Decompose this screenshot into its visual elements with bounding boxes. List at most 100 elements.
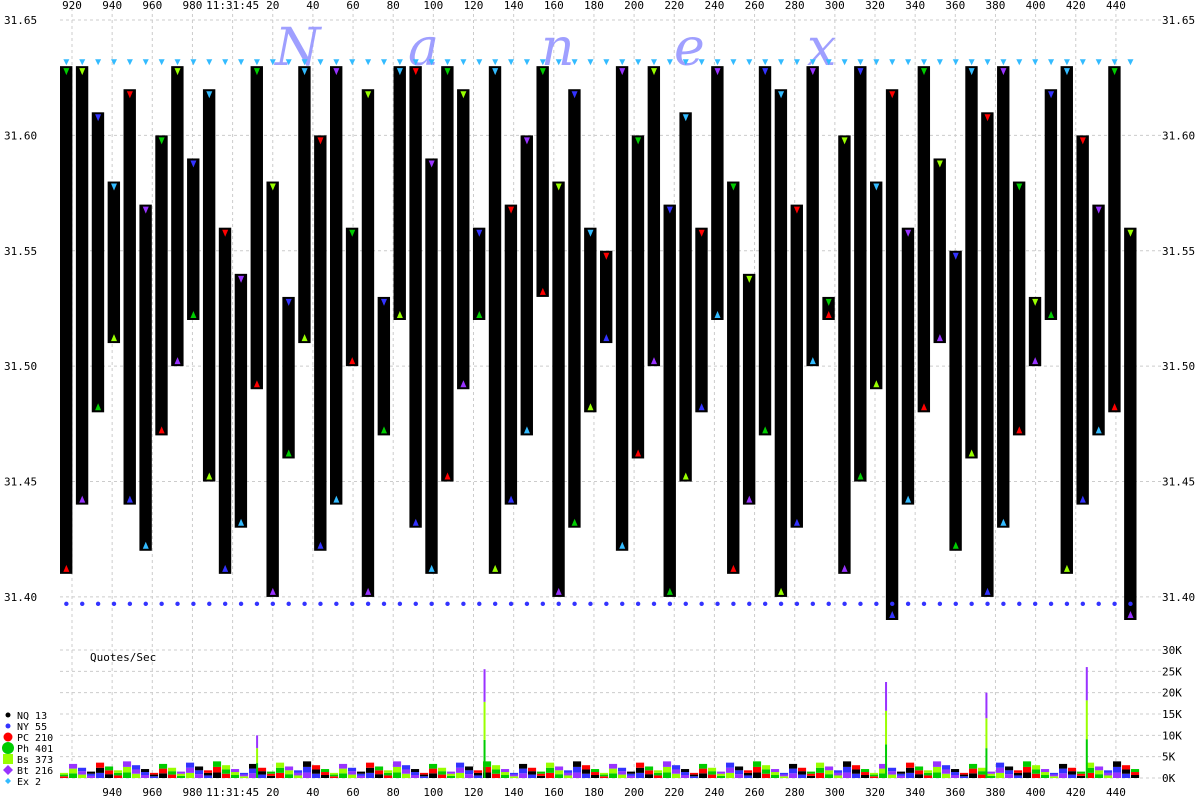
quote-rate-segment — [249, 773, 258, 778]
x-tick-bottom: 240 — [704, 786, 724, 799]
quote-rate-segment — [897, 773, 906, 776]
quote-rate-segment — [987, 771, 996, 774]
quote-rate-segment — [348, 771, 357, 775]
quote-rate-segment — [231, 772, 240, 776]
quote-rate-segment — [312, 773, 321, 778]
quote-rate-segment — [159, 768, 168, 774]
x-tick-top: 20 — [266, 0, 279, 12]
quote-rate-segment — [654, 775, 663, 778]
quote-rate-segment — [1104, 770, 1113, 773]
quote-rate-segment — [699, 763, 708, 769]
quote-rate-segment — [420, 776, 429, 778]
quote-rate-segment — [447, 773, 456, 776]
ny-quote-dot — [810, 601, 816, 607]
quote-rate-segment — [762, 773, 771, 778]
quote-rate-spike — [1085, 700, 1088, 740]
ny-quote-dot — [651, 601, 657, 607]
quote-rate-segment — [645, 770, 654, 775]
x-tick-bottom: 360 — [945, 786, 965, 799]
spread-bar — [933, 158, 946, 344]
quote-rate-segment — [1041, 769, 1050, 773]
top-quote-marker — [476, 59, 483, 66]
quote-rate-segment — [456, 767, 465, 773]
ny-quote-dot — [985, 601, 990, 607]
quote-rate-segment — [132, 773, 141, 778]
quote-rate-segment — [1059, 768, 1068, 774]
spread-bar — [742, 273, 756, 505]
quote-rate-segment — [429, 768, 438, 774]
spread-bar — [552, 181, 565, 597]
ny-quote-dot — [572, 601, 577, 607]
quote-rate-segment — [231, 775, 240, 778]
quote-rate-segment — [672, 773, 681, 778]
top-quote-marker — [873, 59, 880, 66]
ny-quote-dot — [508, 601, 514, 607]
quote-rate-segment — [447, 775, 456, 778]
spread-bar — [250, 66, 263, 390]
quote-rate-segment — [1059, 763, 1068, 769]
ny-quote-dot — [890, 601, 895, 607]
quote-rate-segment — [69, 763, 78, 769]
x-tick-bottom: 180 — [584, 786, 604, 799]
quote-rate-segment — [519, 773, 528, 778]
quote-rate-segment — [501, 769, 510, 773]
quote-rate-segment — [780, 772, 789, 775]
quote-rate-segment — [393, 772, 402, 778]
legend-diamond-icon — [5, 778, 11, 784]
quote-rate-segment — [303, 766, 312, 773]
ny-quote-dot — [826, 601, 831, 607]
quote-rate-spike — [885, 682, 888, 711]
x-tick-bottom: 80 — [387, 786, 400, 799]
quote-rate-segment — [105, 774, 114, 778]
quote-rate-segment — [915, 766, 924, 771]
spread-bar — [266, 181, 279, 597]
spread-bar — [997, 66, 1010, 528]
quote-rate-segment — [177, 773, 186, 776]
top-quote-marker — [619, 59, 626, 66]
quote-rate-segment — [150, 774, 159, 777]
ny-quote-dot — [477, 601, 482, 607]
spread-bar — [885, 89, 899, 620]
vol-y-tick: 30K — [1162, 644, 1182, 657]
ny-quote-dot — [1048, 601, 1054, 607]
ny-quote-dot — [238, 601, 244, 607]
quote-rate-segment — [681, 775, 690, 778]
quote-rate-segment — [1113, 761, 1122, 767]
quote-rate-segment — [339, 773, 348, 778]
x-tick-top: 160 — [544, 0, 564, 12]
spread-bar — [1092, 204, 1105, 436]
quote-rate-segment — [357, 771, 366, 774]
quote-rate-segment — [609, 768, 618, 774]
quote-rate-segment — [132, 769, 141, 774]
quote-rate-segment — [186, 762, 195, 768]
quote-rate-segment — [600, 776, 609, 778]
quote-rate-segment — [78, 767, 87, 772]
quote-rate-segment — [555, 770, 564, 775]
spread-bar — [171, 66, 184, 367]
quote-rate-segment — [474, 772, 483, 776]
spread-bar — [870, 181, 883, 390]
quote-rate-segment — [123, 772, 132, 778]
quote-rate-segment — [384, 775, 393, 778]
quote-rate-segment — [375, 766, 384, 771]
spread-bar — [457, 89, 470, 390]
quote-rate-segment — [60, 774, 69, 777]
quote-rate-segment — [1131, 769, 1140, 773]
quote-rate-segment — [906, 762, 915, 768]
ny-quote-dot — [397, 601, 403, 607]
spread-bar — [838, 135, 851, 574]
quote-rate-segment — [618, 767, 627, 772]
x-tick-top: 180 — [584, 0, 604, 12]
x-tick-top: 260 — [745, 0, 765, 12]
quote-rate-segment — [690, 776, 699, 778]
quote-rate-segment — [510, 774, 519, 777]
quote-rate-segment — [1014, 770, 1023, 773]
quote-rate-segment — [870, 774, 879, 777]
quote-rate-segment — [195, 774, 204, 778]
spread-bar — [425, 158, 438, 574]
quote-rate-segment — [249, 763, 258, 769]
top-quote-marker — [1032, 59, 1039, 66]
quote-rate-segment — [753, 772, 762, 778]
quote-rate-segment — [996, 767, 1005, 773]
quote-rate-segment — [1068, 774, 1077, 778]
